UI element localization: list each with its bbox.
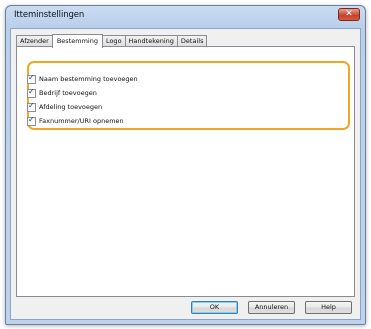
help-button[interactable]: Help bbox=[305, 301, 352, 314]
option-bedrijf[interactable]: ✓ Bedrijf toevoegen bbox=[27, 87, 97, 99]
close-icon: ✕ bbox=[345, 9, 353, 19]
tab-bestemming[interactable]: Bestemming bbox=[51, 34, 103, 48]
tab-panel-bestemming: ✓ Naam bestemming toevoegen ✓ Bedrijf to… bbox=[16, 46, 355, 297]
dialog-client-area: Afzender Bestemming Logo Handtekening De… bbox=[10, 28, 361, 320]
option-naam-bestemming[interactable]: ✓ Naam bestemming toevoegen bbox=[27, 73, 138, 85]
checkbox-label: Bedrijf toevoegen bbox=[39, 89, 97, 97]
checkbox-bedrijf[interactable]: ✓ bbox=[27, 86, 36, 98]
tab-strip: Afzender Bestemming Logo Handtekening De… bbox=[16, 32, 208, 48]
checkmark-icon: ✓ bbox=[28, 114, 35, 124]
cancel-button[interactable]: Annuleren bbox=[248, 301, 295, 314]
option-faxnummer[interactable]: ✓ Faxnummer/URI opnemen bbox=[27, 115, 124, 127]
checkbox-label: Naam bestemming toevoegen bbox=[39, 75, 138, 83]
button-bar: OK Annuleren Help bbox=[11, 295, 360, 319]
checkmark-icon: ✓ bbox=[28, 86, 35, 96]
ok-button[interactable]: OK bbox=[191, 301, 238, 314]
checkbox-afdeling[interactable]: ✓ bbox=[27, 100, 36, 112]
checkmark-icon: ✓ bbox=[28, 72, 35, 82]
option-afdeling[interactable]: ✓ Afdeling toevoegen bbox=[27, 101, 102, 113]
checkbox-label: Faxnummer/URI opnemen bbox=[39, 117, 124, 125]
checkbox-naam-bestemming[interactable]: ✓ bbox=[27, 72, 36, 84]
checkmark-icon: ✓ bbox=[28, 100, 35, 110]
checkbox-faxnummer[interactable]: ✓ bbox=[27, 114, 36, 126]
dialog-window: Itteminstellingen ✕ Afzender Bestemming … bbox=[5, 5, 366, 325]
title-bar[interactable]: Itteminstellingen ✕ bbox=[6, 6, 365, 28]
window-title: Itteminstellingen bbox=[14, 10, 85, 20]
checkbox-label: Afdeling toevoegen bbox=[39, 103, 103, 111]
close-button[interactable]: ✕ bbox=[338, 8, 360, 21]
